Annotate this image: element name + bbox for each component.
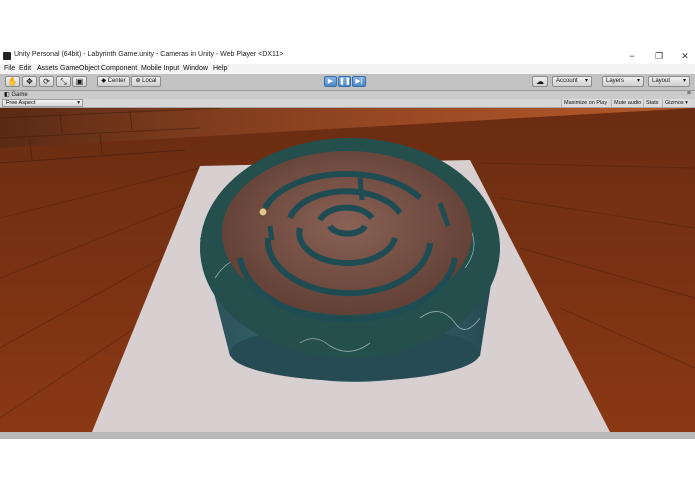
pivot-center-toggle[interactable]: ◆ Center	[97, 76, 130, 87]
menu-gameobject[interactable]: GameObject	[60, 65, 99, 72]
chevron-down-icon: ▾	[77, 100, 80, 106]
layers-dropdown[interactable]: Layers ▾	[602, 76, 644, 87]
chevron-down-icon: ▾	[682, 78, 686, 84]
scale-tool-button[interactable]: ⤡	[56, 76, 71, 87]
chevron-down-icon: ▾	[636, 78, 640, 84]
menu-help[interactable]: Help	[213, 65, 227, 72]
minimize-button[interactable]: −	[619, 49, 645, 64]
stats-toggle[interactable]: Stats	[643, 99, 661, 107]
cloud-icon[interactable]: ☁	[532, 76, 548, 87]
game-tab-bar: ◧ Game ≡	[0, 90, 695, 99]
title-bar: Unity Personal (64bit) - Labyrinth Game.…	[0, 49, 695, 64]
maximize-on-play-toggle[interactable]: Maximize on Play	[561, 99, 610, 107]
aspect-label: Free Aspect	[6, 100, 36, 106]
layout-label: Layout	[652, 78, 671, 84]
status-strip	[0, 432, 695, 439]
mute-audio-toggle[interactable]: Mute audio	[611, 99, 644, 107]
menu-bar: File Edit Assets GameObject Component Mo…	[0, 64, 695, 74]
tab-game[interactable]: ◧ Game	[4, 91, 28, 98]
close-button[interactable]: ✕	[672, 49, 695, 64]
ball	[258, 207, 268, 217]
maximize-button[interactable]: ❐	[646, 49, 672, 64]
rect-tool-button[interactable]: ▣	[72, 76, 87, 87]
step-button[interactable]: ▶|	[352, 76, 366, 87]
aspect-dropdown[interactable]: Free Aspect ▾	[2, 99, 83, 107]
account-dropdown[interactable]: Account ▾	[552, 76, 592, 87]
menu-mobile-input[interactable]: Mobile Input	[141, 65, 179, 72]
menu-file[interactable]: File	[4, 65, 15, 72]
pivot-local-toggle[interactable]: ⊕ Local	[131, 76, 161, 87]
menu-component[interactable]: Component	[101, 65, 137, 72]
rotate-tool-button[interactable]: ⟳	[39, 76, 54, 87]
layers-label: Layers	[606, 78, 625, 84]
game-viewport[interactable]	[0, 108, 695, 432]
game-scene	[0, 108, 695, 432]
menu-edit[interactable]: Edit	[19, 65, 31, 72]
gizmos-dropdown[interactable]: Gizmos ▾	[662, 99, 690, 107]
gizmos-label: Gizmos	[665, 100, 684, 106]
tab-game-label: Game	[11, 92, 28, 98]
game-view-toolbar: Free Aspect ▾ Maximize on Play Mute audio…	[0, 99, 695, 108]
tab-menu-icon[interactable]: ≡	[687, 90, 691, 97]
game-view-icon: ◧	[4, 92, 10, 98]
menu-window[interactable]: Window	[183, 65, 208, 72]
layout-dropdown[interactable]: Layout ▾	[648, 76, 690, 87]
space-label: Local	[142, 78, 157, 84]
window-title: Unity Personal (64bit) - Labyrinth Game.…	[14, 51, 284, 58]
menu-assets[interactable]: Assets	[37, 65, 58, 72]
account-label: Account	[556, 78, 578, 84]
main-toolbar: ✋ ✥ ⟳ ⤡ ▣ ◆ Center ⊕ Local ▶ ❚❚ ▶| ☁ Acc…	[0, 74, 695, 91]
hand-tool-button[interactable]: ✋	[5, 76, 20, 87]
pivot-label: Center	[107, 78, 126, 84]
chevron-down-icon: ▾	[584, 78, 588, 84]
pause-button[interactable]: ❚❚	[338, 76, 351, 87]
play-button[interactable]: ▶	[324, 76, 337, 87]
unity-logo-icon	[3, 52, 11, 60]
move-tool-button[interactable]: ✥	[22, 76, 37, 87]
